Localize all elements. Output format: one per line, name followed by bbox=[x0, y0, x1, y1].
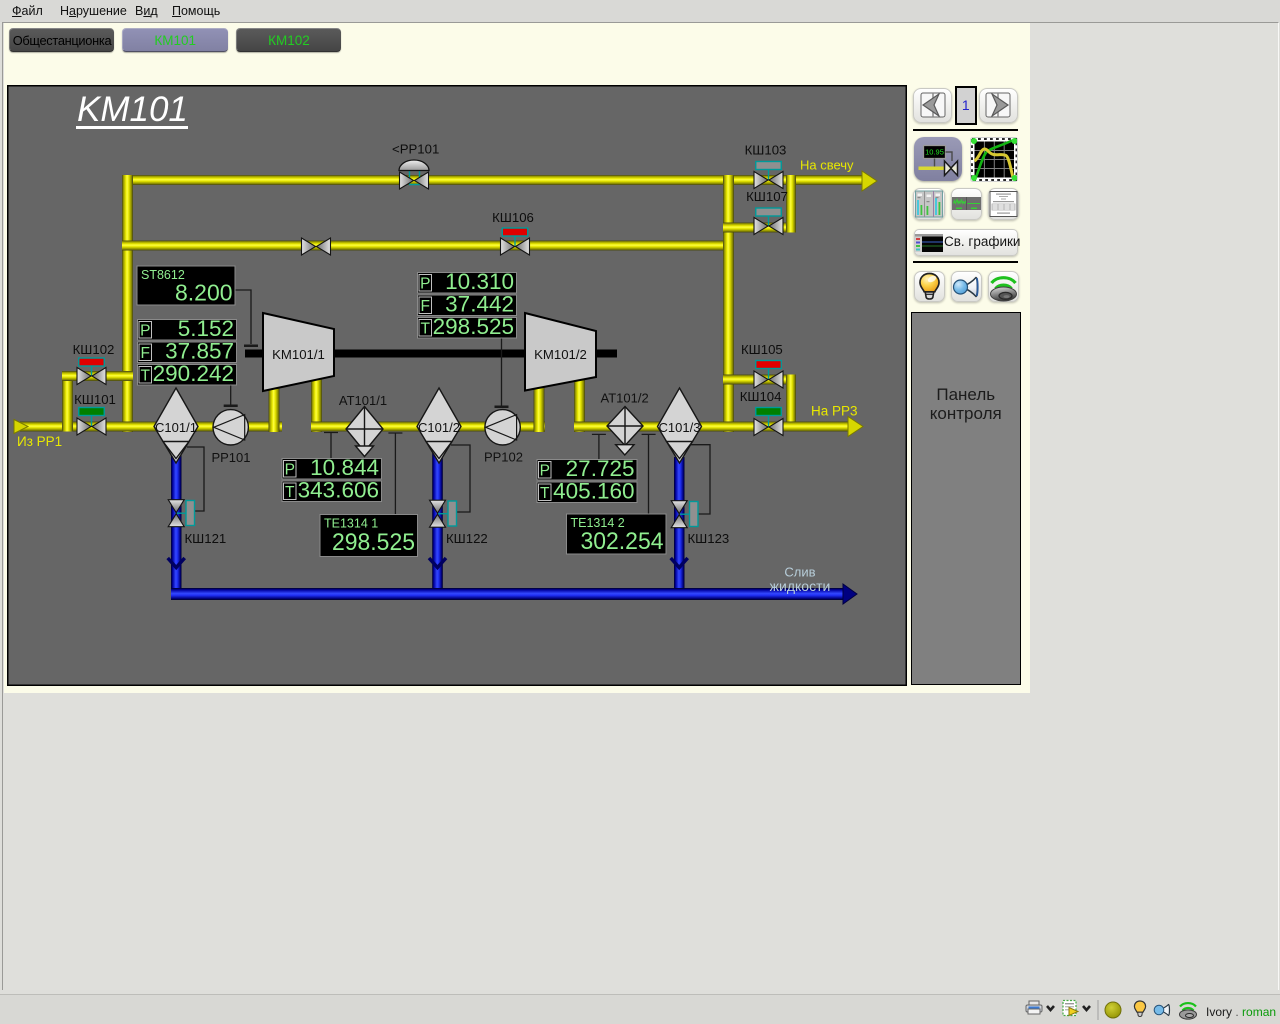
svg-text:10.844: 10.844 bbox=[310, 455, 379, 480]
svg-text:PP102: PP102 bbox=[484, 450, 523, 465]
svg-text:На РР3: На РР3 bbox=[811, 404, 858, 419]
svg-text:T: T bbox=[141, 367, 151, 384]
svg-text:10.95: 10.95 bbox=[925, 148, 944, 157]
svg-text:КШ122: КШ122 bbox=[446, 531, 488, 546]
svg-text:F: F bbox=[141, 345, 150, 362]
svg-text:8.200: 8.200 bbox=[175, 280, 233, 306]
svg-text:405.160: 405.160 bbox=[553, 479, 634, 504]
svg-text:290.242: 290.242 bbox=[153, 361, 234, 386]
svg-text:КШ103: КШ103 bbox=[745, 143, 787, 158]
svg-text:KM101/2: KM101/2 bbox=[534, 347, 587, 362]
svg-text:10.310: 10.310 bbox=[445, 269, 514, 294]
svg-text:AT101/1: AT101/1 bbox=[339, 393, 387, 408]
svg-text:F: F bbox=[421, 298, 430, 315]
svg-text:298.525: 298.525 bbox=[332, 529, 415, 556]
svg-text:КШ121: КШ121 bbox=[185, 531, 227, 546]
svg-text:КШ104: КШ104 bbox=[740, 389, 782, 404]
svg-text:AT101/2: AT101/2 bbox=[601, 390, 649, 405]
svg-text:T: T bbox=[421, 320, 431, 337]
svg-text:37.857: 37.857 bbox=[165, 339, 234, 364]
svg-text:Из РР1: Из РР1 bbox=[17, 434, 62, 449]
svg-text:На свечу: На свечу bbox=[800, 158, 854, 173]
svg-text:302.254: 302.254 bbox=[581, 528, 664, 555]
svg-text:298.525: 298.525 bbox=[433, 314, 514, 339]
svg-text:<PP101: <PP101 bbox=[392, 142, 439, 157]
svg-text:343.606: 343.606 bbox=[298, 478, 379, 503]
svg-text:T: T bbox=[540, 485, 550, 502]
svg-text:T: T bbox=[285, 484, 295, 501]
svg-text:C101/1: C101/1 bbox=[155, 420, 197, 435]
svg-text:КШ102: КШ102 bbox=[73, 342, 115, 357]
svg-text:37.442: 37.442 bbox=[445, 292, 514, 317]
svg-text:P: P bbox=[420, 275, 430, 292]
svg-text:5.152: 5.152 bbox=[178, 316, 234, 341]
svg-text:КШ106: КШ106 bbox=[492, 210, 534, 225]
svg-text:P: P bbox=[540, 462, 550, 479]
svg-text:КШ101: КШ101 bbox=[74, 392, 116, 407]
svg-text:C101/2: C101/2 bbox=[418, 420, 460, 435]
svg-text:P: P bbox=[140, 322, 150, 339]
svg-text:КШ123: КШ123 bbox=[688, 531, 730, 546]
svg-text:КШ107: КШ107 bbox=[746, 189, 788, 204]
svg-text:C101/3: C101/3 bbox=[659, 420, 701, 435]
svg-text:PP101: PP101 bbox=[211, 450, 250, 465]
svg-text:КШ105: КШ105 bbox=[741, 342, 783, 357]
svg-text:KM101: KM101 bbox=[77, 90, 188, 129]
svg-text:KM101/1: KM101/1 bbox=[272, 347, 325, 362]
svg-text:P: P bbox=[285, 461, 295, 478]
svg-text:жидкости: жидкости bbox=[770, 578, 831, 594]
svg-text:27.725: 27.725 bbox=[566, 456, 635, 481]
